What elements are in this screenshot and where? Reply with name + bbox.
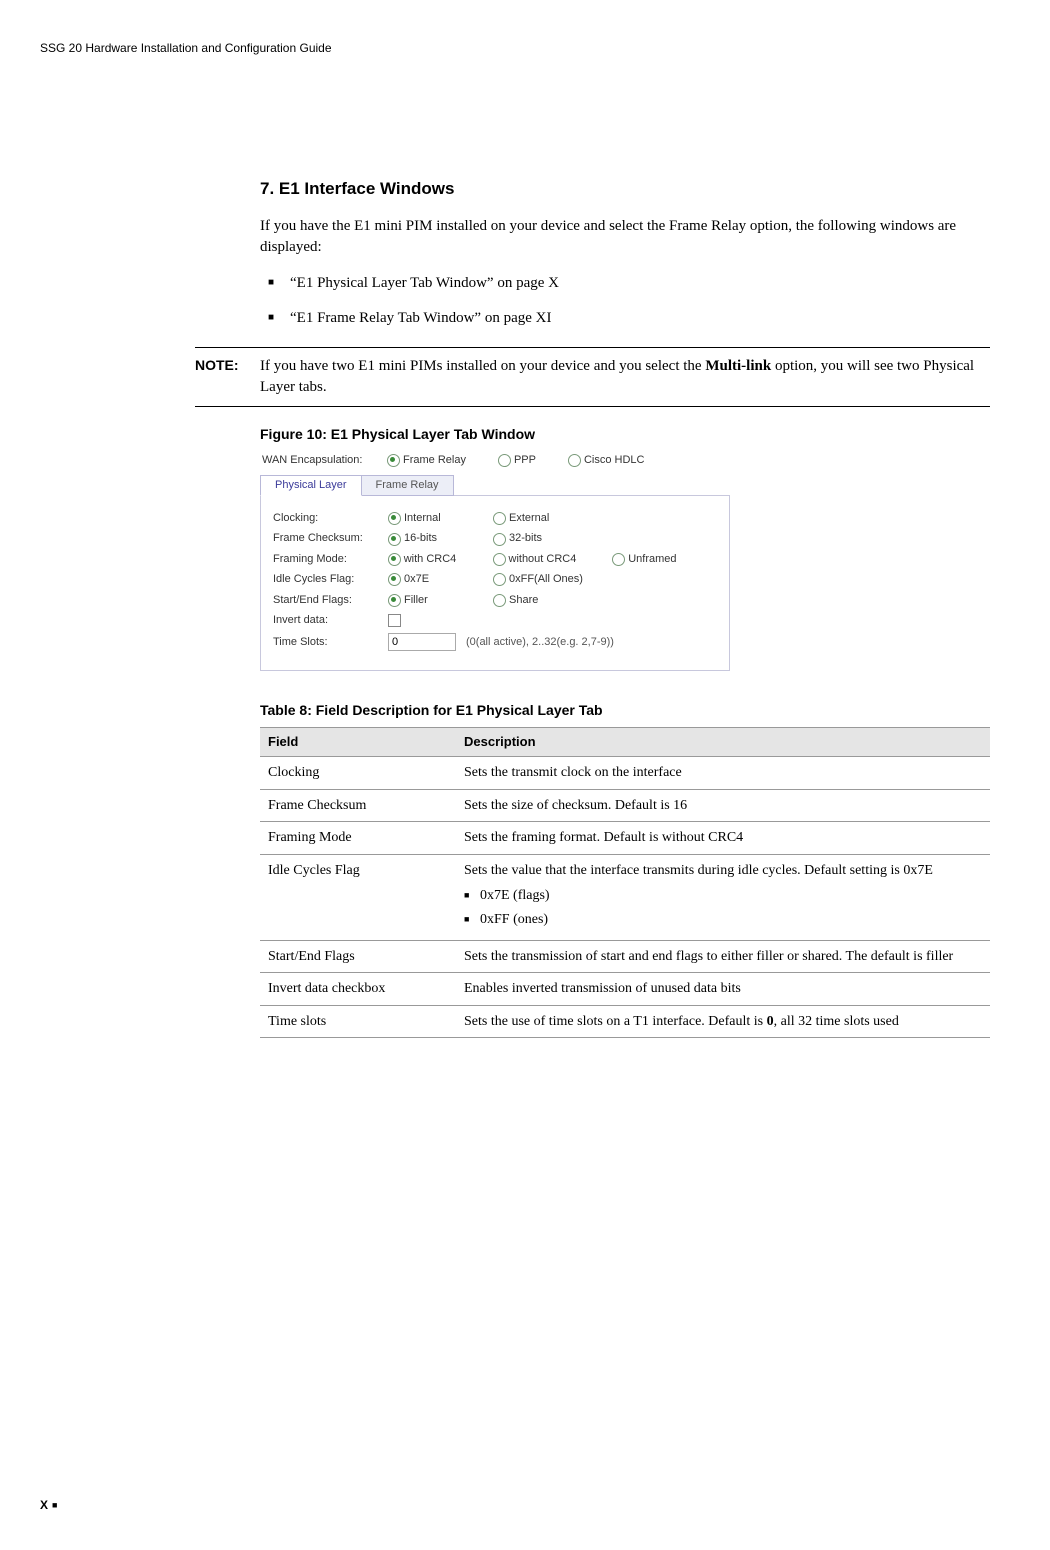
clocking-internal-radio[interactable]: Internal bbox=[388, 511, 493, 526]
invert-label: Invert data: bbox=[273, 613, 388, 628]
encaps-frame-relay-radio[interactable]: Frame Relay bbox=[387, 453, 466, 468]
radio-icon bbox=[388, 573, 401, 586]
table-caption: Table 8: Field Description for E1 Physic… bbox=[260, 701, 990, 721]
idle-0xff-radio[interactable]: 0xFF(All Ones) bbox=[493, 572, 613, 587]
section-title: 7. E1 Interface Windows bbox=[260, 177, 990, 201]
radio-icon bbox=[493, 594, 506, 607]
radio-icon bbox=[493, 533, 506, 546]
table-row: Frame ChecksumSets the size of checksum.… bbox=[260, 789, 990, 822]
table-row: Idle Cycles Flag Sets the value that the… bbox=[260, 854, 990, 940]
idle-0x7e-radio[interactable]: 0x7E bbox=[388, 572, 493, 587]
note-label: NOTE: bbox=[195, 356, 260, 398]
radio-icon bbox=[493, 573, 506, 586]
footer-square-icon: ■ bbox=[52, 1500, 57, 1510]
note-text-bold: Multi-link bbox=[705, 358, 771, 374]
figure-screenshot: WAN Encapsulation: Frame Relay PPP Cisco… bbox=[260, 450, 730, 671]
wan-encapsulation-row: WAN Encapsulation: Frame Relay PPP Cisco… bbox=[260, 450, 730, 471]
radio-icon bbox=[493, 553, 506, 566]
radio-icon bbox=[388, 553, 401, 566]
radio-icon bbox=[493, 512, 506, 525]
table-row: Invert data checkboxEnables inverted tra… bbox=[260, 973, 990, 1006]
invert-data-checkbox[interactable] bbox=[388, 614, 401, 627]
note-block: NOTE: If you have two E1 mini PIMs insta… bbox=[195, 347, 990, 407]
tab-frame-relay[interactable]: Frame Relay bbox=[362, 475, 454, 496]
radio-icon bbox=[387, 454, 400, 467]
section-intro: If you have the E1 mini PIM installed on… bbox=[260, 216, 990, 258]
encaps-ppp-radio[interactable]: PPP bbox=[498, 453, 536, 468]
encaps-cisco-hdlc-radio[interactable]: Cisco HDLC bbox=[568, 453, 645, 468]
tab-physical-layer[interactable]: Physical Layer bbox=[260, 475, 362, 496]
figure-caption: Figure 10: E1 Physical Layer Tab Window bbox=[260, 425, 990, 445]
bullet-item: “E1 Physical Layer Tab Window” on page X bbox=[260, 273, 990, 294]
table-row: Start/End FlagsSets the transmission of … bbox=[260, 940, 990, 973]
idle-label: Idle Cycles Flag: bbox=[273, 572, 388, 587]
radio-icon bbox=[568, 454, 581, 467]
desc-text: Sets the value that the interface transm… bbox=[464, 863, 933, 878]
col-description: Description bbox=[456, 727, 990, 756]
radio-icon bbox=[498, 454, 511, 467]
radio-icon bbox=[388, 512, 401, 525]
checksum-32-radio[interactable]: 32-bits bbox=[493, 531, 598, 546]
radio-icon bbox=[612, 553, 625, 566]
radio-icon bbox=[388, 533, 401, 546]
table-row: ClockingSets the transmit clock on the i… bbox=[260, 757, 990, 790]
table-row: Time slots Sets the use of time slots on… bbox=[260, 1005, 990, 1038]
table-row: Framing ModeSets the framing format. Def… bbox=[260, 822, 990, 855]
section-bullets: “E1 Physical Layer Tab Window” on page X… bbox=[260, 273, 990, 329]
page-footer: X■ bbox=[40, 1497, 61, 1514]
col-field: Field bbox=[260, 727, 456, 756]
page-number: X bbox=[40, 1498, 48, 1512]
clocking-label: Clocking: bbox=[273, 511, 388, 526]
framing-with-crc4-radio[interactable]: with CRC4 bbox=[388, 552, 493, 567]
checksum-16-radio[interactable]: 16-bits bbox=[388, 531, 493, 546]
startend-filler-radio[interactable]: Filler bbox=[388, 593, 493, 608]
timeslots-hint: (0(all active), 2..32(e.g. 2,7-9)) bbox=[466, 635, 614, 650]
framing-without-crc4-radio[interactable]: without CRC4 bbox=[493, 552, 613, 567]
timeslots-input[interactable] bbox=[388, 633, 456, 651]
note-body: If you have two E1 mini PIMs installed o… bbox=[260, 356, 990, 398]
running-header: SSG 20 Hardware Installation and Configu… bbox=[40, 40, 990, 57]
timeslots-label: Time Slots: bbox=[273, 635, 388, 650]
tab-strip: Physical Layer Frame Relay bbox=[260, 474, 730, 495]
note-text-pre: If you have two E1 mini PIMs installed o… bbox=[260, 358, 705, 374]
wan-encapsulation-label: WAN Encapsulation: bbox=[262, 453, 377, 468]
bullet-item: “E1 Frame Relay Tab Window” on page XI bbox=[260, 308, 990, 329]
checksum-label: Frame Checksum: bbox=[273, 531, 388, 546]
desc-sub-item: 0x7E (flags) bbox=[464, 886, 982, 906]
framing-unframed-radio[interactable]: Unframed bbox=[612, 552, 717, 567]
clocking-external-radio[interactable]: External bbox=[493, 511, 598, 526]
framing-label: Framing Mode: bbox=[273, 552, 388, 567]
tab-body: Clocking: Internal External Frame Checks… bbox=[260, 495, 730, 671]
field-description-table: Field Description ClockingSets the trans… bbox=[260, 727, 990, 1039]
startend-label: Start/End Flags: bbox=[273, 593, 388, 608]
startend-share-radio[interactable]: Share bbox=[493, 593, 598, 608]
desc-sub-item: 0xFF (ones) bbox=[464, 910, 982, 930]
radio-icon bbox=[388, 594, 401, 607]
